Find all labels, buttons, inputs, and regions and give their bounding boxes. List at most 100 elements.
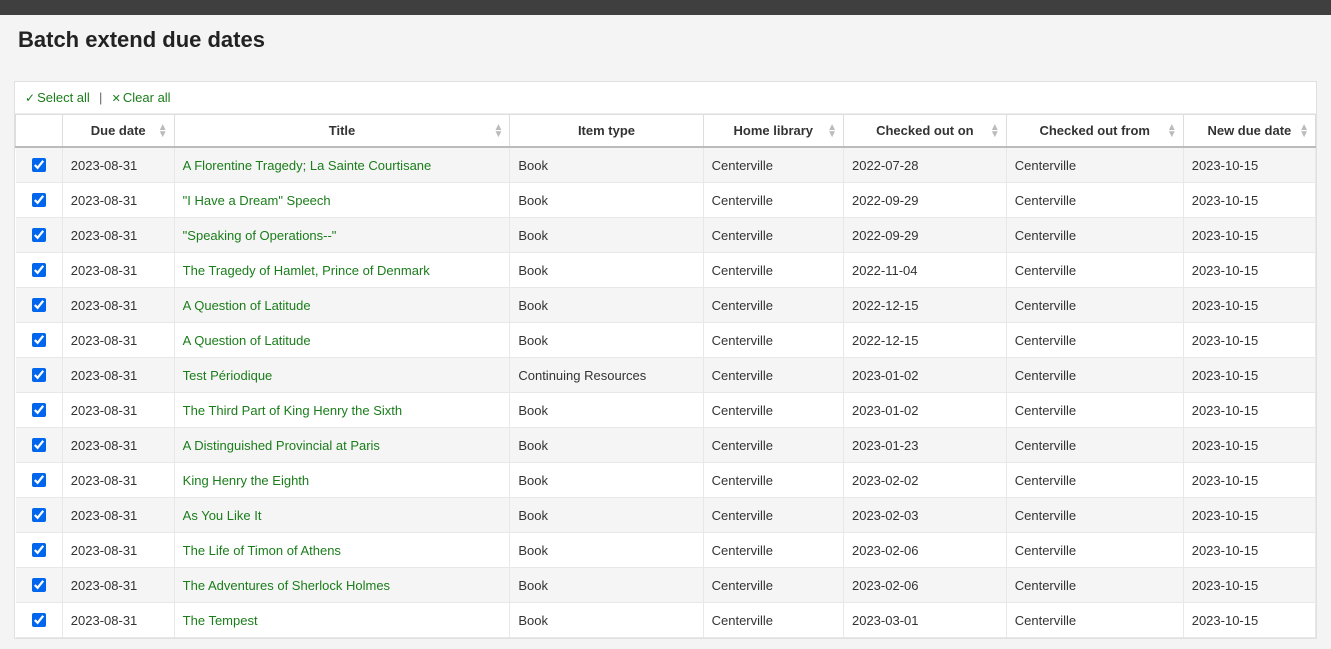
col-header-checkbox: [16, 115, 63, 148]
cell-title: The Tragedy of Hamlet, Prince of Denmark: [174, 253, 510, 288]
cell-checkbox: [16, 218, 63, 253]
title-link[interactable]: A Question of Latitude: [183, 298, 311, 313]
cell-checkbox: [16, 568, 63, 603]
cell-checked-out-on: 2023-02-06: [843, 568, 1006, 603]
cell-new-due-date: 2023-10-15: [1183, 323, 1315, 358]
cell-checked-out-from: Centerville: [1006, 568, 1183, 603]
cell-item-type: Book: [510, 568, 703, 603]
table-row: 2023-08-31A Florentine Tragedy; La Saint…: [16, 147, 1316, 183]
cell-item-type: Book: [510, 147, 703, 183]
cell-checked-out-from: Centerville: [1006, 498, 1183, 533]
cell-home-library: Centerville: [703, 358, 843, 393]
cell-item-type: Book: [510, 498, 703, 533]
cell-new-due-date: 2023-10-15: [1183, 147, 1315, 183]
col-header-title[interactable]: Title▲▼: [174, 115, 510, 148]
row-checkbox[interactable]: [32, 193, 46, 207]
row-checkbox[interactable]: [32, 438, 46, 452]
row-checkbox[interactable]: [32, 543, 46, 557]
title-link[interactable]: A Question of Latitude: [183, 333, 311, 348]
title-link[interactable]: The Adventures of Sherlock Holmes: [183, 578, 390, 593]
cell-title: As You Like It: [174, 498, 510, 533]
cell-due-date: 2023-08-31: [62, 463, 174, 498]
title-link[interactable]: The Third Part of King Henry the Sixth: [183, 403, 402, 418]
x-icon: [112, 90, 123, 105]
row-checkbox[interactable]: [32, 508, 46, 522]
title-link[interactable]: A Florentine Tragedy; La Sainte Courtisa…: [183, 158, 432, 173]
clear-all-label: Clear all: [123, 90, 171, 105]
col-header-new-due-date[interactable]: New due date▲▼: [1183, 115, 1315, 148]
sort-icon: ▲▼: [493, 124, 503, 138]
cell-checked-out-from: Centerville: [1006, 393, 1183, 428]
title-link[interactable]: As You Like It: [183, 508, 262, 523]
table-row: 2023-08-31 The Adventures of Sherlock Hol…: [16, 568, 1316, 603]
col-header-checked-out-from[interactable]: Checked out from▲▼: [1006, 115, 1183, 148]
table-row: 2023-08-31As You Like ItBookCenterville2…: [16, 498, 1316, 533]
row-checkbox[interactable]: [32, 473, 46, 487]
select-all-link[interactable]: Select all: [25, 90, 90, 105]
cell-checkbox: [16, 428, 63, 463]
row-checkbox[interactable]: [32, 298, 46, 312]
select-all-label: Select all: [37, 90, 90, 105]
cell-checked-out-on: 2023-02-02: [843, 463, 1006, 498]
cell-checkbox: [16, 533, 63, 568]
row-checkbox[interactable]: [32, 158, 46, 172]
col-header-home-library[interactable]: Home library▲▼: [703, 115, 843, 148]
table-row: 2023-08-31A Distinguished Provincial at …: [16, 428, 1316, 463]
cell-checked-out-on: 2022-12-15: [843, 288, 1006, 323]
cell-new-due-date: 2023-10-15: [1183, 568, 1315, 603]
cell-checkbox: [16, 253, 63, 288]
results-panel: Select all | Clear all Due date▲▼ Title▲…: [14, 81, 1317, 639]
row-checkbox[interactable]: [32, 403, 46, 417]
row-checkbox[interactable]: [32, 578, 46, 592]
cell-title: Test Périodique: [174, 358, 510, 393]
cell-due-date: 2023-08-31: [62, 358, 174, 393]
cell-due-date: 2023-08-31: [62, 183, 174, 218]
cell-checked-out-from: Centerville: [1006, 428, 1183, 463]
cell-new-due-date: 2023-10-15: [1183, 603, 1315, 638]
row-checkbox[interactable]: [32, 333, 46, 347]
title-link[interactable]: "I Have a Dream" Speech: [183, 193, 331, 208]
toolbar-separator: |: [95, 90, 106, 105]
cell-home-library: Centerville: [703, 428, 843, 463]
row-checkbox[interactable]: [32, 263, 46, 277]
cell-checkbox: [16, 463, 63, 498]
cell-due-date: 2023-08-31: [62, 603, 174, 638]
row-checkbox[interactable]: [32, 368, 46, 382]
cell-item-type: Book: [510, 323, 703, 358]
cell-due-date: 2023-08-31: [62, 253, 174, 288]
row-checkbox[interactable]: [32, 613, 46, 627]
cell-home-library: Centerville: [703, 147, 843, 183]
cell-item-type: Book: [510, 183, 703, 218]
cell-home-library: Centerville: [703, 498, 843, 533]
cell-new-due-date: 2023-10-15: [1183, 498, 1315, 533]
cell-checkbox: [16, 393, 63, 428]
row-checkbox[interactable]: [32, 228, 46, 242]
selection-toolbar: Select all | Clear all: [15, 82, 1316, 114]
col-header-checked-out-on[interactable]: Checked out on▲▼: [843, 115, 1006, 148]
cell-checkbox: [16, 603, 63, 638]
cell-checked-out-from: Centerville: [1006, 147, 1183, 183]
cell-checkbox: [16, 147, 63, 183]
title-link[interactable]: King Henry the Eighth: [183, 473, 309, 488]
cell-home-library: Centerville: [703, 218, 843, 253]
cell-due-date: 2023-08-31: [62, 533, 174, 568]
cell-new-due-date: 2023-10-15: [1183, 533, 1315, 568]
title-link[interactable]: A Distinguished Provincial at Paris: [183, 438, 380, 453]
cell-new-due-date: 2023-10-15: [1183, 288, 1315, 323]
cell-title: A Question of Latitude: [174, 323, 510, 358]
col-header-due-date[interactable]: Due date▲▼: [62, 115, 174, 148]
title-link[interactable]: "Speaking of Operations--": [183, 228, 337, 243]
title-link[interactable]: The Life of Timon of Athens: [183, 543, 341, 558]
cell-checked-out-from: Centerville: [1006, 603, 1183, 638]
cell-due-date: 2023-08-31: [62, 568, 174, 603]
cell-title: "I Have a Dream" Speech: [174, 183, 510, 218]
col-header-item-type: Item type: [510, 115, 703, 148]
cell-title: A Question of Latitude: [174, 288, 510, 323]
sort-icon: ▲▼: [990, 124, 1000, 138]
cell-checked-out-on: 2023-01-02: [843, 358, 1006, 393]
cell-new-due-date: 2023-10-15: [1183, 218, 1315, 253]
title-link[interactable]: Test Périodique: [183, 368, 273, 383]
title-link[interactable]: The Tragedy of Hamlet, Prince of Denmark: [183, 263, 430, 278]
title-link[interactable]: The Tempest: [183, 613, 258, 628]
clear-all-link[interactable]: Clear all: [112, 90, 171, 105]
